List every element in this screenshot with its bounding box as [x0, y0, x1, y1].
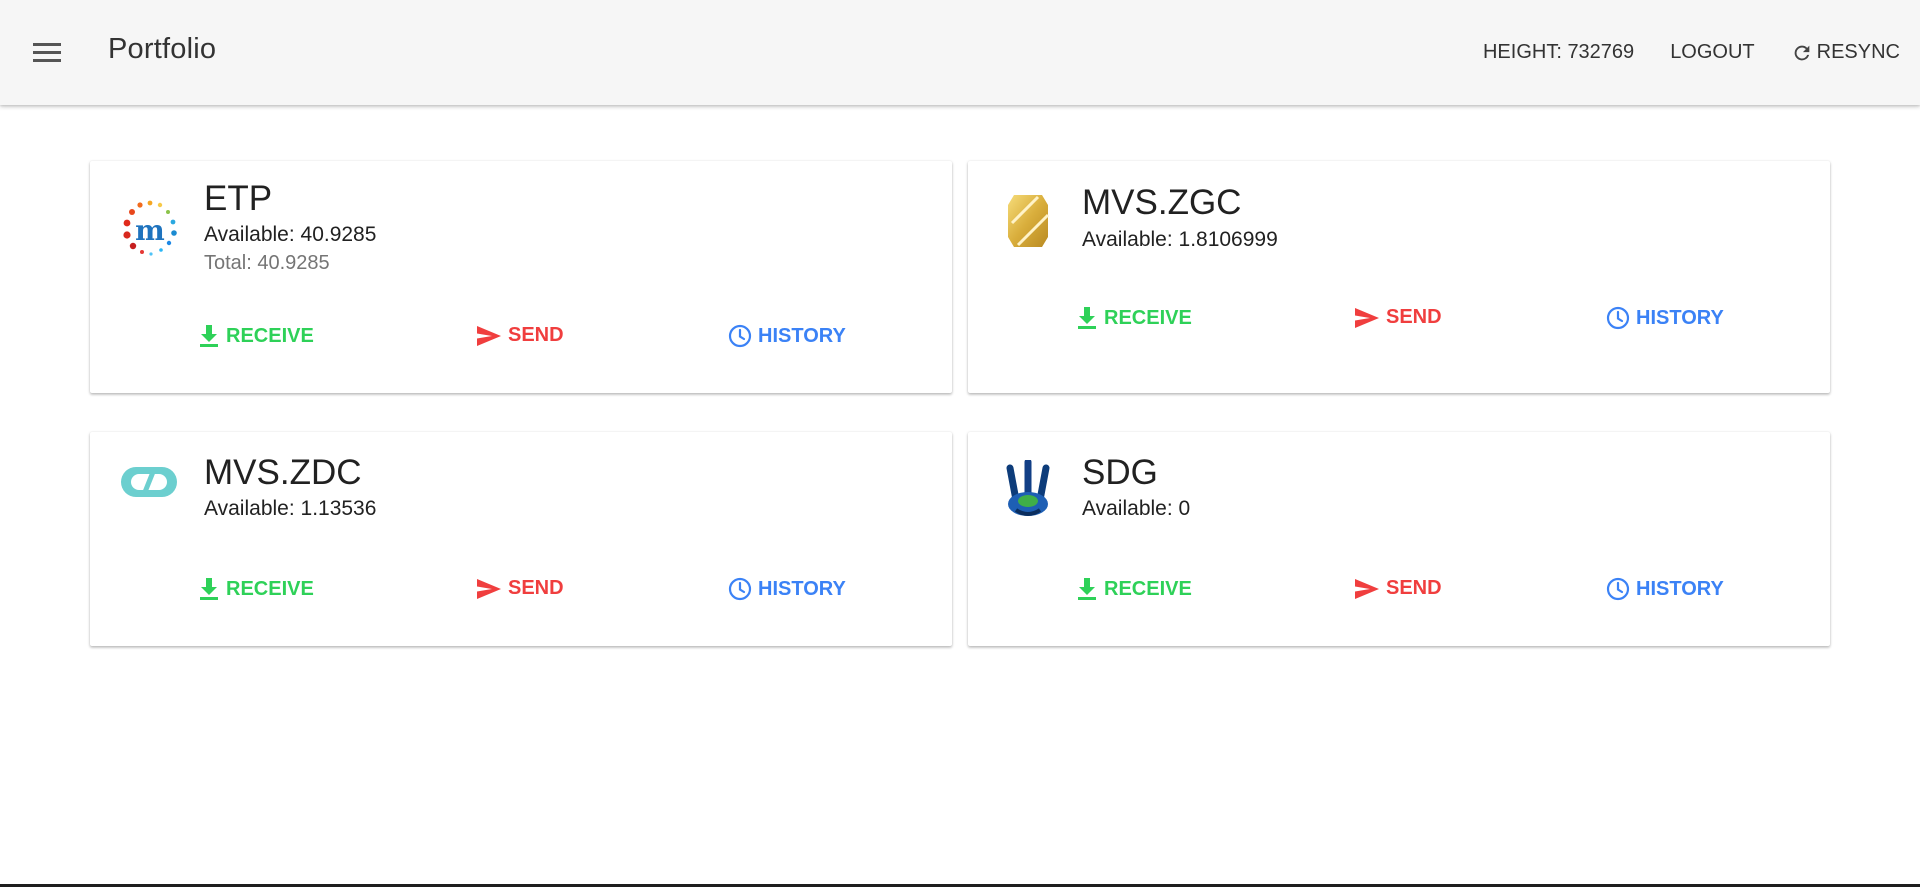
asset-card-mvs-zgc: MVS.ZGC Available: 1.8106999 RECEIVE SEN…: [968, 161, 1830, 393]
receive-label: RECEIVE: [1104, 306, 1192, 329]
receive-label: RECEIVE: [226, 324, 314, 347]
send-button[interactable]: SEND: [1354, 577, 1442, 600]
history-label: HISTORY: [758, 324, 846, 347]
toolbar-actions: HEIGHT: 732769 LOGOUT RESYNC: [1447, 0, 1900, 105]
send-button[interactable]: SEND: [476, 324, 564, 347]
history-label: HISTORY: [758, 577, 846, 600]
history-label: HISTORY: [1636, 577, 1724, 600]
receive-label: RECEIVE: [226, 577, 314, 600]
history-button[interactable]: HISTORY: [1606, 577, 1724, 601]
resync-label: RESYNC: [1816, 41, 1900, 63]
download-icon: [198, 324, 220, 348]
zdc-logo-icon: [118, 462, 182, 526]
asset-available: Available: 1.8106999: [1082, 228, 1278, 251]
receive-button[interactable]: RECEIVE: [1076, 577, 1192, 601]
asset-available: Available: 1.13536: [204, 497, 377, 520]
svg-text:m: m: [135, 214, 165, 247]
clock-icon: [1606, 306, 1630, 330]
asset-name: MVS.ZDC: [204, 453, 362, 492]
send-arrow-icon: [1354, 578, 1380, 600]
resync-button[interactable]: RESYNC: [1791, 41, 1900, 64]
page-title: Portfolio: [108, 33, 217, 65]
download-icon: [1076, 306, 1098, 330]
history-label: HISTORY: [1636, 306, 1724, 329]
history-button[interactable]: HISTORY: [728, 577, 846, 601]
hamburger-menu-icon: [33, 43, 61, 62]
receive-button[interactable]: RECEIVE: [198, 577, 314, 601]
download-icon: [1076, 577, 1098, 601]
clock-icon: [728, 324, 752, 348]
send-label: SEND: [1386, 577, 1442, 599]
send-label: SEND: [508, 577, 564, 599]
asset-card-etp: m ETP Available: 40.9285 Total: 40.9285 …: [90, 161, 952, 393]
send-button[interactable]: SEND: [476, 577, 564, 600]
menu-button[interactable]: [30, 36, 66, 68]
send-arrow-icon: [1354, 307, 1380, 329]
asset-available: Available: 40.9285: [204, 223, 377, 246]
refresh-icon: [1791, 42, 1813, 64]
etp-logo-icon: m: [118, 197, 182, 261]
asset-card-mvs-zdc: MVS.ZDC Available: 1.13536 RECEIVE SEND …: [90, 432, 952, 646]
history-button[interactable]: HISTORY: [1606, 306, 1724, 330]
receive-button[interactable]: RECEIVE: [1076, 306, 1192, 330]
top-toolbar: Portfolio HEIGHT: 732769 LOGOUT RESYNC: [0, 0, 1920, 105]
asset-name: ETP: [204, 179, 273, 218]
receive-button[interactable]: RECEIVE: [198, 324, 314, 348]
send-arrow-icon: [476, 578, 502, 600]
asset-available: Available: 0: [1082, 497, 1191, 520]
send-arrow-icon: [476, 325, 502, 347]
zgc-logo-icon: [1004, 189, 1068, 253]
asset-name: MVS.ZGC: [1082, 183, 1242, 222]
block-height-label: HEIGHT: 732769: [1482, 41, 1635, 63]
receive-label: RECEIVE: [1104, 577, 1192, 600]
logout-button[interactable]: LOGOUT: [1670, 41, 1754, 64]
download-icon: [198, 577, 220, 601]
send-label: SEND: [508, 324, 564, 346]
clock-icon: [1606, 577, 1630, 601]
clock-icon: [728, 577, 752, 601]
history-button[interactable]: HISTORY: [728, 324, 846, 348]
asset-name: SDG: [1082, 453, 1158, 492]
send-label: SEND: [1386, 306, 1442, 328]
asset-total: Total: 40.9285: [204, 252, 330, 274]
sdg-logo-icon: [1002, 458, 1066, 524]
send-button[interactable]: SEND: [1354, 306, 1442, 329]
asset-card-sdg: SDG Available: 0 RECEIVE SEND HISTORY: [968, 432, 1830, 646]
